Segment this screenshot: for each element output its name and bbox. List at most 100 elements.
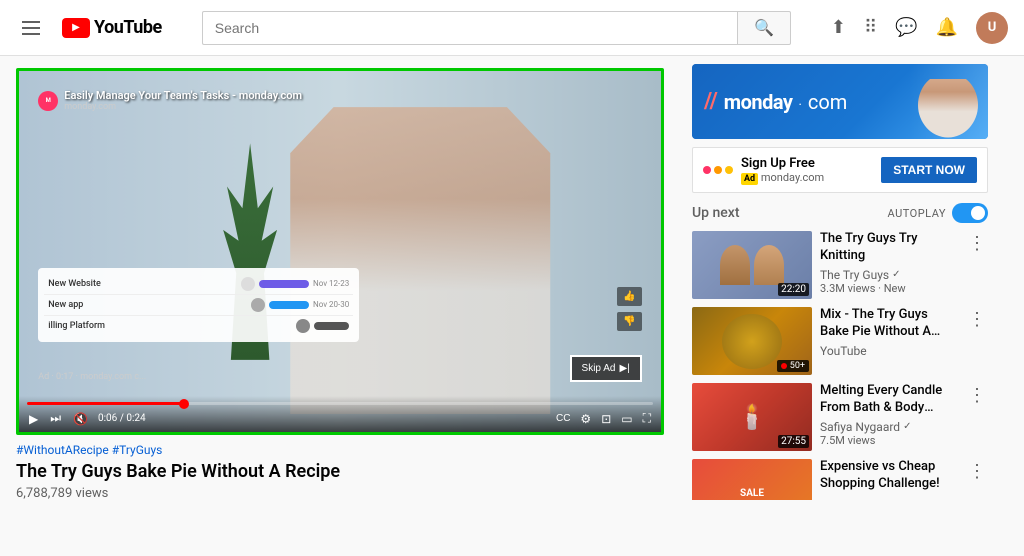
monday-brand-text: monday <box>724 90 793 114</box>
video-player[interactable]: M Easily Manage Your Team's Tasks - mond… <box>16 68 664 435</box>
task-row-1: New Website Nov 12-23 <box>44 274 353 295</box>
main-layout: M Easily Manage Your Team's Tasks - mond… <box>0 56 1024 500</box>
more-options-4[interactable]: ⋮ <box>966 459 988 484</box>
video-meta-3: 7.5M views <box>820 434 958 447</box>
video-channel-3: Safiya Nygaard ✓ <box>820 420 958 434</box>
task-date-1: Nov 12-23 <box>313 279 349 288</box>
video-item-title-3: Melting Every Candle From Bath & Body Wo… <box>820 383 958 417</box>
verified-icon-3: ✓ <box>903 421 911 432</box>
miniplayer-button[interactable]: ⊡ <box>599 410 613 428</box>
task-avatar-3 <box>296 319 310 333</box>
skip-ad-button[interactable]: Skip Ad ▶| <box>570 355 642 382</box>
skip-ad-label: Skip Ad <box>582 363 616 374</box>
settings-button[interactable]: ⚙ <box>578 410 593 428</box>
thumb-live-badge-2: 50+ <box>777 360 809 372</box>
task-bar-2 <box>269 301 309 309</box>
autoplay-toggle[interactable] <box>952 203 988 223</box>
mute-button[interactable]: 🔇 <box>71 410 90 428</box>
more-options-3[interactable]: ⋮ <box>966 383 988 408</box>
chat-icon[interactable]: 💬 <box>895 17 917 38</box>
monday-logo-small: M <box>38 91 58 111</box>
fullscreen-button[interactable]: ⛶ <box>641 409 653 428</box>
dot-yellow <box>725 166 733 174</box>
recommended-video-2[interactable]: 50+ Mix - The Try Guys Bake Pie Without … <box>692 307 988 375</box>
like-button-overlay[interactable]: 👍 <box>617 287 641 306</box>
theater-button[interactable]: ▭ <box>619 410 634 428</box>
like-overlay: 👍 👎 <box>617 287 641 331</box>
search-input[interactable] <box>202 11 737 45</box>
autoplay-row: AUTOPLAY <box>888 203 988 223</box>
video-overlay: M Easily Manage Your Team's Tasks - mond… <box>19 71 661 432</box>
channel-name-2: YouTube <box>820 344 867 358</box>
video-item-title-4: Expensive vs Cheap Shopping Challenge! <box>820 459 958 493</box>
header-left: YouTube <box>16 15 162 41</box>
task-avatar-1 <box>241 277 255 291</box>
monday-slash-icon: // <box>704 89 718 114</box>
video-info-2: Mix - The Try Guys Bake Pie Without A Re… <box>820 307 958 375</box>
toggle-dot <box>971 206 985 220</box>
recommended-video-1[interactable]: 22:20 The Try Guys Try Knitting The Try … <box>692 231 988 299</box>
search-bar: 🔍 <box>202 11 791 45</box>
video-title-line1: Easily Manage Your Team's Tasks - monday… <box>64 89 302 102</box>
progress-bar[interactable] <box>27 402 653 405</box>
next-button[interactable]: ⏭ <box>48 409 63 428</box>
start-now-text: Sign Up Free Ad monday.com <box>741 156 873 184</box>
start-now-button[interactable]: START NOW <box>881 157 977 183</box>
recommended-video-4[interactable]: SALE Expensive vs Cheap Shopping Challen… <box>692 459 988 500</box>
video-info-1: The Try Guys Try Knitting The Try Guys ✓… <box>820 231 958 299</box>
task-row-2: New app Nov 20-30 <box>44 295 353 316</box>
video-thumb-4: SALE <box>692 459 812 500</box>
ad-time-label: Ad · 0:17 · monday.com c... <box>38 372 146 382</box>
video-title-line2: monday.com <box>64 102 302 112</box>
verified-icon-1: ✓ <box>892 269 900 280</box>
cc-button[interactable]: CC <box>554 411 572 426</box>
time-display: 0:06 / 0:24 <box>98 413 146 424</box>
recommended-video-3[interactable]: 🕯️ 27:55 Melting Every Candle From Bath … <box>692 383 988 451</box>
search-button[interactable]: 🔍 <box>737 11 791 45</box>
notification-icon[interactable]: 🔔 <box>936 17 958 38</box>
video-views: 6,788,789 views <box>16 486 664 500</box>
youtube-logo[interactable]: YouTube <box>62 17 162 38</box>
monday-logo-large: // monday . com <box>704 89 976 114</box>
video-frame: M Easily Manage Your Team's Tasks - mond… <box>19 71 661 432</box>
task-date-2: Nov 20-30 <box>313 300 349 309</box>
hashtags[interactable]: #WithoutARecipe #TryGuys <box>16 443 664 457</box>
video-thumb-2: 50+ <box>692 307 812 375</box>
video-area: M Easily Manage Your Team's Tasks - mond… <box>0 56 680 500</box>
more-options-2[interactable]: ⋮ <box>966 307 988 332</box>
video-channel-1: The Try Guys ✓ <box>820 268 958 282</box>
video-controls: ▶ ⏭ 🔇 0:06 / 0:24 CC ⚙ ⊡ ▭ ⛶ <box>19 396 661 432</box>
video-thumb-3: 🕯️ 27:55 <box>692 383 812 451</box>
person-silhouette <box>276 107 565 414</box>
avatar[interactable]: U <box>976 12 1008 44</box>
video-info-4: Expensive vs Cheap Shopping Challenge! <box>820 459 958 500</box>
channel-name-1: The Try Guys <box>820 268 889 282</box>
task-row-3: illing Platform <box>44 316 353 336</box>
task-board-overlay: New Website Nov 12-23 New app Nov 20-30 <box>38 268 359 342</box>
avatar-initial: U <box>988 20 997 35</box>
start-now-row: Sign Up Free Ad monday.com START NOW <box>692 147 988 193</box>
apps-icon[interactable]: ⠿ <box>864 17 877 38</box>
ad-label-row: Ad monday.com <box>741 171 873 184</box>
more-options-1[interactable]: ⋮ <box>966 231 988 256</box>
sidebar: // monday . com Sign Up Free Ad <box>680 56 1000 500</box>
thumb-duration-3: 27:55 <box>778 435 809 448</box>
sign-up-label: Sign Up Free <box>741 156 873 171</box>
dot-orange <box>714 166 722 174</box>
upload-icon[interactable]: ⬆ <box>831 17 846 38</box>
video-item-title-1: The Try Guys Try Knitting <box>820 231 958 265</box>
up-next-header: Up next AUTOPLAY <box>692 203 988 223</box>
youtube-icon <box>62 18 90 38</box>
controls-row: ▶ ⏭ 🔇 0:06 / 0:24 CC ⚙ ⊡ ▭ ⛶ <box>27 409 653 428</box>
ad-badge: Ad <box>741 173 758 185</box>
hamburger-menu[interactable] <box>16 15 46 41</box>
ad-banner[interactable]: // monday . com <box>692 64 988 139</box>
youtube-wordmark: YouTube <box>94 17 162 38</box>
ad-domain: monday.com <box>761 171 824 184</box>
task-bar-3 <box>314 322 349 330</box>
channel-name-3: Safiya Nygaard <box>820 420 900 434</box>
monday-dot: . <box>798 94 801 109</box>
play-button[interactable]: ▶ <box>27 410 40 428</box>
progress-fill <box>27 402 184 405</box>
dislike-button-overlay[interactable]: 👎 <box>617 312 641 331</box>
